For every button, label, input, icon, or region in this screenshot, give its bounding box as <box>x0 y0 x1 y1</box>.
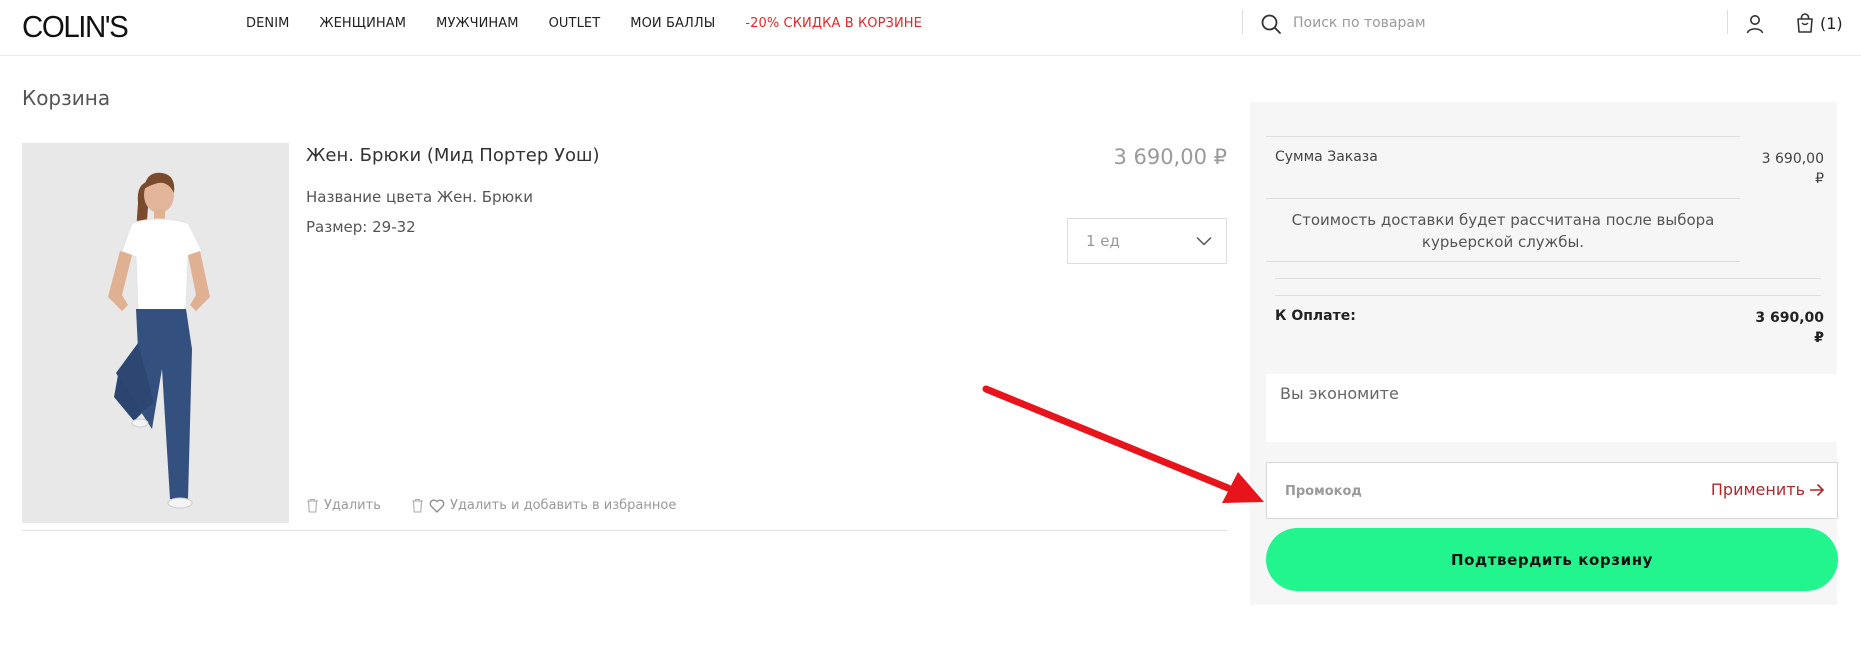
arrow-right-icon <box>1810 483 1825 496</box>
trash-icon <box>412 498 423 513</box>
order-sum-currency: ₽ <box>1815 171 1824 187</box>
site-logo[interactable]: COLIN'S <box>22 9 129 45</box>
nav-link-men[interactable]: МУЖЧИНАМ <box>436 16 518 31</box>
nav-link-women[interactable]: ЖЕНЩИНАМ <box>320 16 407 31</box>
total-label: К Оплате: <box>1275 308 1356 324</box>
nav-link-sale[interactable]: -20% СКИДКА В КОРЗИНЕ <box>745 16 922 31</box>
cart-count[interactable]: (1) <box>1820 14 1843 33</box>
chevron-down-icon <box>1196 236 1212 246</box>
quantity-value: 1 ед <box>1086 232 1120 250</box>
summary-divider <box>1275 295 1821 296</box>
total-currency: ₽ <box>1814 330 1824 346</box>
product-color: Название цвета Жен. Брюки <box>306 188 533 206</box>
promo-code-field: Применить <box>1266 462 1838 519</box>
product-name[interactable]: Жен. Брюки (Мид Портер Уош) <box>306 145 599 166</box>
total-value: 3 690,00 ₽ <box>1740 308 1824 348</box>
product-image[interactable] <box>22 143 289 523</box>
user-icon[interactable] <box>1744 13 1766 35</box>
summary-divider <box>1275 278 1821 279</box>
product-price: 3 690,00 ₽ <box>1113 145 1227 169</box>
header-divider <box>1727 10 1728 34</box>
apply-promo-button[interactable]: Применить <box>1711 480 1825 499</box>
total-amount: 3 690,00 <box>1755 310 1824 326</box>
quantity-select[interactable]: 1 ед <box>1067 218 1227 264</box>
order-sum-label: Сумма Заказа <box>1275 149 1378 165</box>
order-sum-amount: 3 690,00 <box>1761 151 1824 167</box>
order-sum-value: 3 690,00 ₽ <box>1740 149 1824 189</box>
apply-label: Применить <box>1710 480 1805 499</box>
remove-favorite-label: Удалить и добавить в избранное <box>450 498 677 513</box>
nav-link-my-points[interactable]: МОИ БАЛЛЫ <box>630 16 715 31</box>
summary-divider <box>1266 136 1740 137</box>
nav-link-outlet[interactable]: OUTLET <box>549 16 601 31</box>
search-input[interactable] <box>1293 10 1693 36</box>
savings-label: Вы экономите <box>1280 384 1399 403</box>
summary-divider <box>1266 198 1740 199</box>
search-icon[interactable] <box>1260 13 1282 35</box>
item-divider <box>22 530 1227 531</box>
cart-icon[interactable] <box>1794 12 1816 34</box>
promo-code-input[interactable] <box>1285 479 1685 503</box>
delivery-note: Стоимость доставки будет рассчитана посл… <box>1291 211 1715 251</box>
nav-link-denim[interactable]: DENIM <box>246 16 290 31</box>
remove-and-favorite-button[interactable]: Удалить и добавить в избранное <box>411 498 676 513</box>
remove-button[interactable]: Удалить <box>306 498 381 513</box>
header-divider <box>1242 10 1243 34</box>
site-header: COLIN'S DENIM ЖЕНЩИНАМ МУЖЧИНАМ OUTLET М… <box>0 0 1861 56</box>
product-size: Размер: 29-32 <box>306 218 416 236</box>
trash-icon <box>307 498 318 513</box>
confirm-cart-button[interactable]: Подтвердить корзину <box>1266 528 1838 591</box>
main-nav: DENIM ЖЕНЩИНАМ МУЖЧИНАМ OUTLET МОИ БАЛЛЫ… <box>246 16 952 31</box>
savings-box: Вы экономите <box>1266 374 1838 442</box>
summary-divider <box>1266 261 1740 262</box>
page-title: Корзина <box>22 86 111 110</box>
remove-label: Удалить <box>324 498 381 513</box>
heart-icon <box>429 498 445 513</box>
